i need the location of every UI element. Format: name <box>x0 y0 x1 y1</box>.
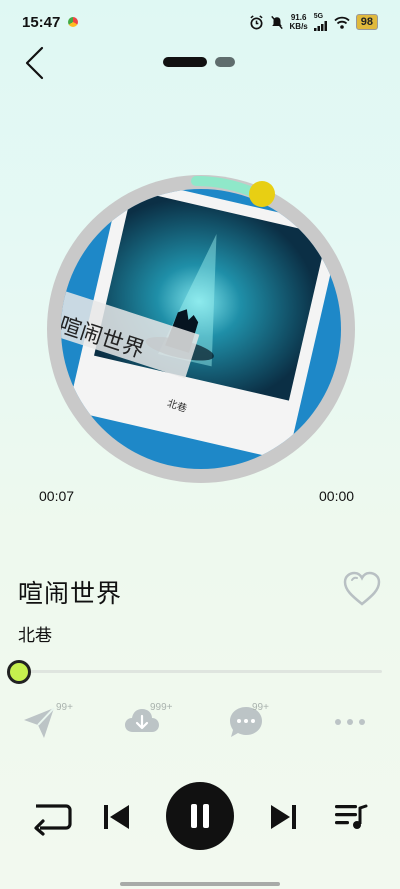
song-title: 喧闹世界 <box>18 580 123 608</box>
disc-progress-knob[interactable] <box>249 181 275 207</box>
page-indicator[interactable] <box>163 57 235 67</box>
alarm-icon <box>249 14 263 29</box>
page-indicator-active[interactable] <box>163 57 207 67</box>
app-notification-icon <box>68 17 78 27</box>
playlist-icon[interactable] <box>333 802 369 832</box>
speed-value: 91.6 <box>290 13 307 22</box>
total-time: 00:00 <box>319 488 355 504</box>
network-speed: 91.6 KB/s <box>290 13 308 31</box>
heart-icon[interactable] <box>342 570 382 608</box>
share-button[interactable]: 99+ <box>20 702 73 742</box>
pause-icon <box>191 804 209 828</box>
status-time: 15:47 <box>22 14 61 31</box>
cell-signal: 5G <box>313 13 328 31</box>
more-icon <box>335 719 365 725</box>
status-icons: 91.6 KB/s 5G 98 <box>249 13 378 31</box>
home-indicator[interactable] <box>120 882 280 886</box>
comment-button[interactable]: 99+ <box>226 702 276 742</box>
wifi-icon <box>334 16 350 29</box>
album-disc[interactable]: 喧闹世界 北巷 <box>46 174 356 484</box>
more-button[interactable] <box>330 702 380 742</box>
back-icon[interactable] <box>22 46 48 80</box>
progress-track[interactable] <box>18 670 382 673</box>
share-count: 99+ <box>56 702 73 713</box>
comment-count: 99+ <box>252 702 269 713</box>
song-artist[interactable]: 北巷 <box>18 621 52 646</box>
download-count: 999+ <box>150 702 173 713</box>
signal-icon <box>313 21 327 31</box>
progress-knob[interactable] <box>7 660 31 684</box>
share-icon <box>24 707 55 738</box>
speed-unit: KB/s <box>289 22 308 31</box>
next-icon[interactable] <box>268 803 298 831</box>
download-button[interactable]: 999+ <box>122 702 173 742</box>
battery-indicator: 98 <box>355 14 378 30</box>
network-type: 5G <box>313 13 324 20</box>
previous-icon[interactable] <box>102 803 132 831</box>
page-indicator-inactive[interactable] <box>215 57 235 67</box>
album-art: 喧闹世界 北巷 <box>47 175 355 483</box>
current-time: 00:07 <box>39 488 75 504</box>
pause-button[interactable] <box>166 782 234 850</box>
mute-bell-icon <box>270 15 283 29</box>
repeat-icon[interactable] <box>28 796 74 836</box>
